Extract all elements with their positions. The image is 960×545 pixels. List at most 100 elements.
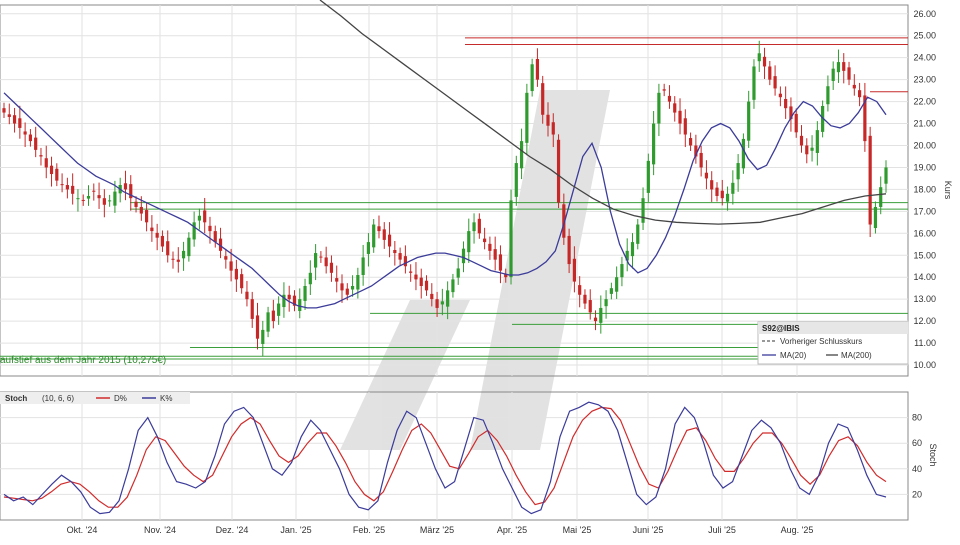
candle-body (556, 139, 561, 203)
y-axis-label: Kurs (943, 181, 953, 200)
candle-body (166, 241, 170, 256)
candle-body (160, 235, 165, 247)
candle-body (340, 283, 344, 291)
candle-body (382, 229, 386, 240)
candle-body (181, 250, 186, 259)
candle-body (213, 231, 217, 243)
candle-body (857, 90, 862, 98)
candle-body (662, 89, 666, 91)
stock-chart: Okt. '24 Nov. '24 Dez. '24 Jan. '25 Feb. '25… (0, 0, 960, 540)
x-tick-label: Feb. '25 (353, 525, 385, 535)
candle-body (440, 301, 444, 305)
candle-body (483, 238, 487, 243)
candle-body (836, 62, 841, 73)
candle-body (192, 222, 196, 240)
candle-body (314, 253, 318, 268)
candle-body (715, 187, 719, 196)
candle-body (451, 279, 455, 293)
candle-body (794, 113, 798, 133)
x-tick-label: Apr. '25 (497, 525, 527, 535)
x-tick-label: Nov. '24 (144, 525, 176, 535)
candle-body (329, 262, 334, 273)
candle-body (535, 59, 540, 80)
candle-body (319, 256, 323, 258)
stoch-y-tick-label: 60 (912, 438, 922, 448)
legend-ma20-label: MA(20) (780, 351, 807, 360)
candle-body (509, 200, 513, 278)
x-tick-label: März '25 (420, 525, 454, 535)
candle-body (868, 135, 872, 225)
y-tick-label: 12.00 (913, 316, 936, 326)
stoch-k-label: K% (160, 394, 172, 403)
candle-body (155, 232, 159, 238)
stoch-d-line (3, 406, 887, 508)
candle-body (409, 271, 413, 273)
x-tick-label: Mai '25 (563, 525, 592, 535)
candle-body (599, 307, 603, 323)
candle-body (514, 163, 518, 197)
candle-body (446, 290, 450, 307)
candle-body (810, 147, 814, 151)
candle-body (303, 285, 307, 301)
x-tick-label: Dez. '24 (216, 525, 249, 535)
candle-body (498, 254, 503, 271)
candle-body (361, 257, 365, 276)
candle-body (12, 115, 17, 124)
candle-body (472, 222, 476, 232)
candle-body (250, 299, 254, 319)
candle-body (97, 195, 101, 199)
candle-body (879, 187, 883, 207)
stoch-title: Stoch (5, 394, 27, 403)
candle-body (393, 249, 397, 254)
candle-body (108, 200, 112, 202)
candle-body (488, 243, 492, 251)
candle-body (710, 180, 714, 190)
candle-body (747, 101, 751, 141)
candle-body (467, 231, 471, 253)
candle-body (430, 293, 434, 300)
y-tick-label: 11.00 (914, 338, 936, 348)
candle-body (150, 227, 154, 232)
y-tick-label: 26.00 (913, 9, 936, 19)
y-tick-label: 14.00 (913, 272, 936, 282)
candle-body (604, 299, 608, 307)
candle-body (76, 198, 80, 200)
candle-body (683, 118, 687, 135)
candle-body (667, 95, 672, 102)
candle-body (725, 193, 730, 202)
y-tick-label: 20.00 (913, 140, 936, 150)
candle-body (139, 206, 143, 214)
candle-body (197, 215, 202, 221)
candle-body (287, 294, 291, 300)
candle-body (261, 329, 265, 344)
candle-body (245, 291, 249, 300)
candle-body (49, 165, 54, 175)
y-tick-label: 18.00 (913, 184, 936, 194)
candle-body (44, 158, 48, 168)
candle-body (403, 256, 407, 267)
candle-body (852, 84, 856, 89)
candle-body (525, 92, 529, 143)
legend-title: S92@IBIS (762, 324, 800, 333)
y-tick-label: 10.00 (913, 360, 936, 370)
candle-body (345, 288, 349, 295)
candle-body (208, 225, 212, 232)
stoch-y-tick-label: 80 (912, 413, 922, 423)
candle-body (28, 134, 33, 142)
candle-body (335, 278, 339, 282)
candle-body (583, 294, 587, 304)
candle-body (630, 242, 635, 257)
candle-body (92, 190, 96, 192)
candle-body (546, 114, 550, 126)
candle-body (768, 66, 772, 80)
stoch-y-tick-label: 20 (912, 489, 922, 499)
watermark-slash-small (340, 300, 470, 450)
candle-body (805, 145, 809, 155)
candle-body (377, 226, 381, 232)
candle-body (884, 167, 888, 184)
stoch-y-axis-label: Stoch (928, 443, 938, 466)
candle-body (519, 141, 524, 169)
candle-body (673, 103, 677, 113)
candle-body (578, 285, 582, 295)
candle-body (620, 264, 624, 278)
